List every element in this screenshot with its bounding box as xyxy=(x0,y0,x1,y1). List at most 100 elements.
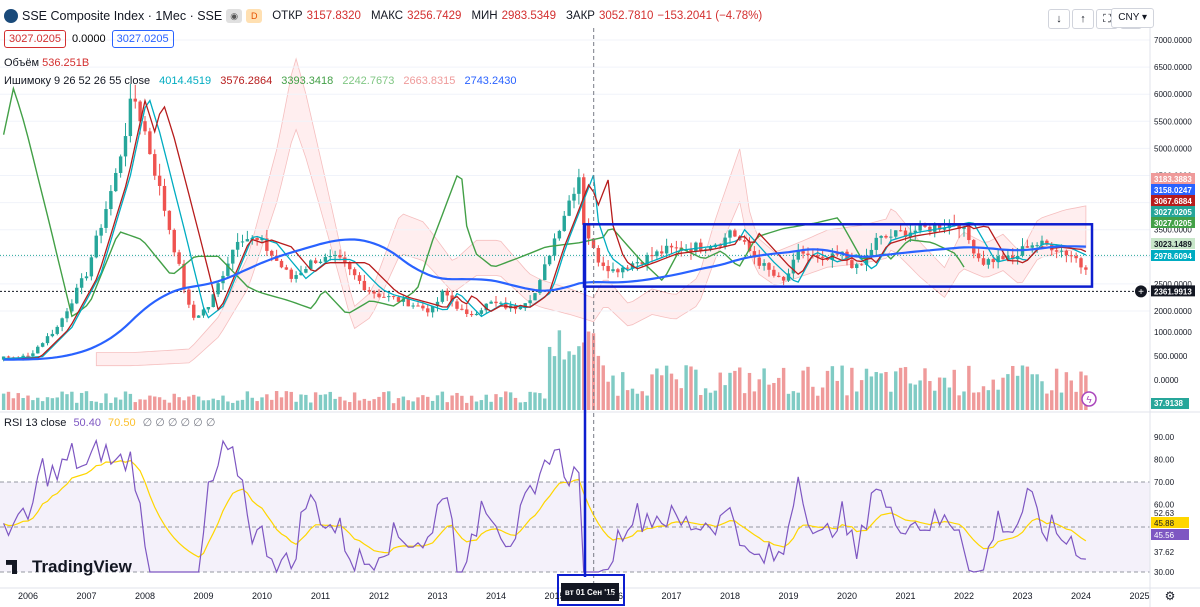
candle xyxy=(1064,250,1069,256)
volume-bar xyxy=(772,382,776,410)
volume-bar xyxy=(601,365,605,410)
volume-bar xyxy=(109,402,113,410)
ichimoku-value-1: 4014.4519 xyxy=(159,75,212,87)
volume-bar xyxy=(577,346,581,410)
sell-price-button[interactable]: 3027.0205 xyxy=(4,30,66,48)
currency-selector[interactable]: CNY ▾ xyxy=(1111,8,1154,28)
candle xyxy=(767,263,771,270)
volume-bar xyxy=(567,351,571,410)
volume-bar xyxy=(855,391,859,410)
volume-bar xyxy=(1020,365,1025,410)
volume-bar xyxy=(26,395,30,410)
volume-bar xyxy=(406,400,410,410)
price-axis-badge-label: 2361.9913 xyxy=(1154,287,1192,296)
candle xyxy=(123,136,128,157)
volume-bar xyxy=(864,368,869,410)
volume-bar xyxy=(937,377,942,410)
candle xyxy=(635,262,640,264)
rsi-axis-tick-label: 90.00 xyxy=(1154,433,1175,442)
price-axis-tick-label: 5500.0000 xyxy=(1154,117,1192,126)
candle xyxy=(318,261,323,264)
price-axis-tick-label: 2000.0000 xyxy=(1154,307,1192,316)
volume-bar xyxy=(928,381,932,410)
volume-bar xyxy=(143,399,147,410)
volume-bar xyxy=(391,403,396,410)
candle xyxy=(333,255,337,257)
ichimoku-legend[interactable]: Ишимоку 9 26 52 26 55 close 4014.4519 35… xyxy=(4,74,516,88)
volume-bar xyxy=(586,331,591,410)
volume-bar xyxy=(445,402,449,410)
volume-bar xyxy=(674,379,679,410)
volume-bar xyxy=(114,397,118,410)
candle xyxy=(723,237,727,247)
x-axis-tick-label: 2024 xyxy=(1071,591,1091,601)
volume-bar xyxy=(913,384,917,410)
candle xyxy=(177,252,181,264)
candle xyxy=(377,293,381,297)
volume-bar xyxy=(781,367,786,410)
volume-bar xyxy=(757,379,761,410)
volume-bar xyxy=(206,400,211,410)
volume-bar xyxy=(728,372,732,410)
candle xyxy=(494,301,498,304)
volume-bar xyxy=(250,397,254,410)
volume-bar xyxy=(1025,366,1030,410)
ichimoku-value-3: 3393.3418 xyxy=(281,75,334,87)
volume-bar xyxy=(874,372,878,410)
candle xyxy=(172,229,176,253)
candle xyxy=(143,121,147,132)
candle xyxy=(148,131,152,155)
volume-bar xyxy=(299,394,303,410)
volume-bar xyxy=(533,392,537,410)
rsi-legend[interactable]: RSI 13 close 50.40 70.50 ∅ ∅ ∅ ∅ ∅ ∅ xyxy=(4,416,215,430)
candle xyxy=(192,304,196,318)
candle xyxy=(411,305,415,307)
candle xyxy=(162,185,167,211)
volume-legend[interactable]: Объём 536.251B xyxy=(4,56,89,70)
currency-label: CNY xyxy=(1118,12,1140,23)
candle xyxy=(391,296,396,298)
volume-bar xyxy=(479,400,484,410)
candle xyxy=(94,235,98,258)
scroll-up-icon[interactable]: ↑ xyxy=(1072,9,1094,29)
rsi-axis-tick-label: 45.56 xyxy=(1154,531,1175,540)
volume-bar xyxy=(489,401,493,410)
volume-bar xyxy=(75,402,79,410)
volume-bar xyxy=(655,368,659,410)
candle xyxy=(99,227,103,236)
volume-bar xyxy=(552,356,557,410)
volume-bar xyxy=(377,396,381,410)
candle xyxy=(884,235,888,238)
candle xyxy=(328,256,332,258)
volume-bar xyxy=(21,398,25,410)
candle xyxy=(60,318,64,327)
volume-bar xyxy=(323,394,328,410)
volume-bar xyxy=(967,365,971,410)
volume-bar xyxy=(153,396,157,410)
candle xyxy=(543,264,547,281)
ichimoku-value-5: 2663.8315 xyxy=(403,75,456,87)
candle xyxy=(352,269,357,276)
candle xyxy=(338,255,342,258)
candle xyxy=(348,263,352,270)
candle xyxy=(562,215,566,231)
symbol-title[interactable]: SSE Composite Index · 1Мес · SSE xyxy=(22,9,222,23)
scroll-down-icon[interactable]: ↓ xyxy=(1048,9,1070,29)
x-axis-tick-label: 2007 xyxy=(76,591,96,601)
volume-bar xyxy=(177,397,181,410)
volume-bar xyxy=(245,391,250,410)
candle xyxy=(489,301,493,304)
settings-gear-icon: ⚙ xyxy=(1165,589,1176,603)
volume-bar xyxy=(60,391,64,410)
eye-icon[interactable]: ◉ xyxy=(226,9,243,23)
candle xyxy=(460,308,464,310)
ichimoku-value-2: 3576.2864 xyxy=(220,75,273,87)
candle xyxy=(762,263,766,266)
volume-bar xyxy=(504,391,508,410)
chart-canvas[interactable]: вт 01 Сен '152006 2007 2008 2009 2010 2011 201… xyxy=(0,0,1200,607)
volume-bar xyxy=(1050,390,1054,410)
buy-price-button[interactable]: 3027.0205 xyxy=(111,30,174,48)
volume-bar xyxy=(981,386,986,410)
candle xyxy=(382,296,386,298)
candle xyxy=(742,240,747,242)
